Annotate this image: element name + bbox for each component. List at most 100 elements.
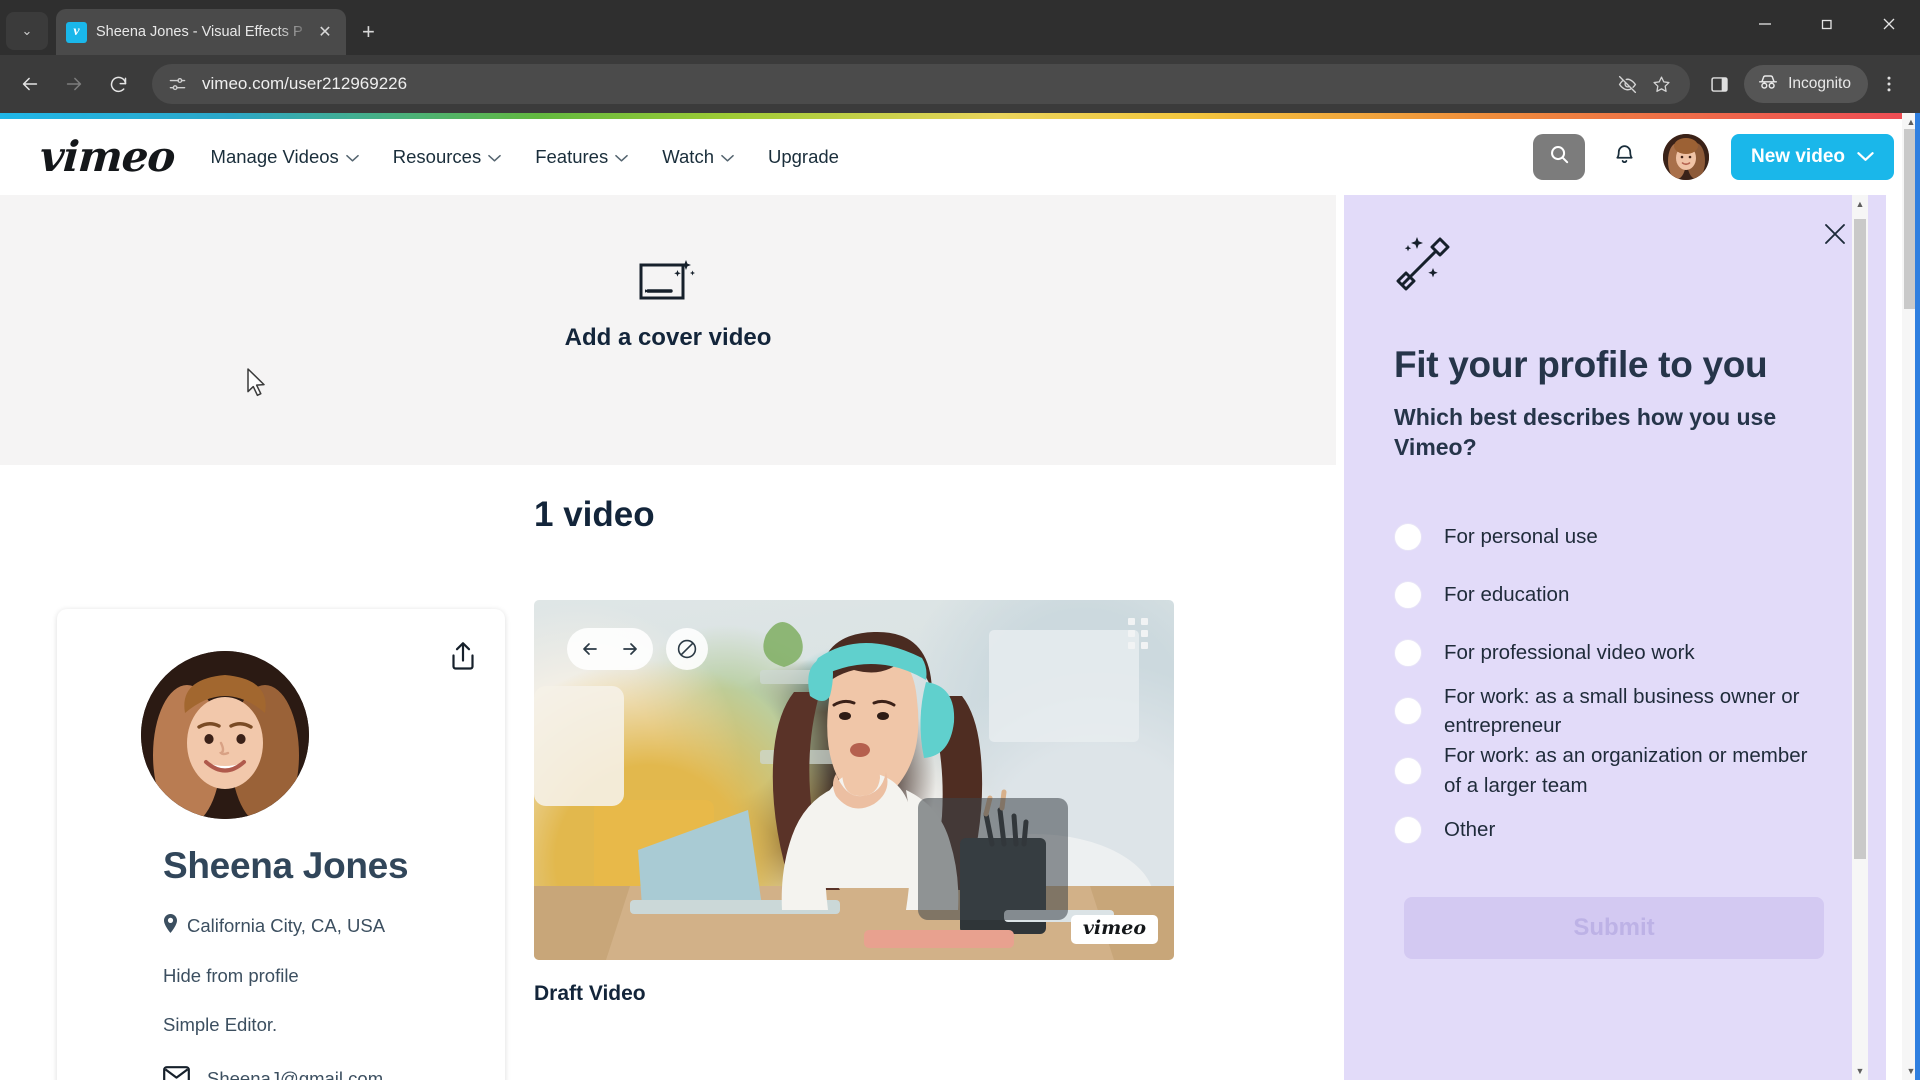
tab-close-icon[interactable]: ✕ <box>314 22 336 42</box>
nav-label: Resources <box>392 146 482 167</box>
radio-button[interactable] <box>1394 638 1422 667</box>
chevron-down-icon <box>1857 146 1874 168</box>
side-panel-icon[interactable] <box>1698 64 1740 104</box>
address-bar-url: vimeo.com/user212969226 <box>202 74 408 93</box>
tab-search-button[interactable]: ⌄ <box>6 12 48 50</box>
browser-toolbar: vimeo.com/user212969226 Incognito <box>0 55 1920 113</box>
address-bar[interactable]: vimeo.com/user212969226 <box>152 64 1691 104</box>
survey-option-organization[interactable]: For work: as an organization or member o… <box>1394 741 1834 800</box>
radio-button[interactable] <box>1394 815 1422 844</box>
video-card[interactable]: vimeo Draft Video <box>534 600 1174 1006</box>
add-cover-video-icon <box>639 257 697 310</box>
survey-option-label: For work: as an organization or member o… <box>1444 744 1808 797</box>
drag-handle-icon[interactable] <box>1128 618 1154 649</box>
survey-option-small-business[interactable]: For work: as a small business owner or e… <box>1394 682 1834 741</box>
page-scrollbar[interactable]: ▲ ▼ <box>1902 113 1920 1080</box>
scroll-up-arrow[interactable]: ▲ <box>1852 195 1868 213</box>
nav-item-manage-videos[interactable]: Manage Videos <box>211 146 359 168</box>
nav-item-features[interactable]: Features <box>535 146 629 168</box>
tab-title: Sheena Jones - Visual Effects P <box>96 24 303 40</box>
tab-strip: ⌄ v Sheena Jones - Visual Effects P ✕ + <box>0 0 1920 55</box>
survey-scrollbar[interactable]: ▲ ▼ <box>1852 195 1868 1080</box>
page-scrollbar-thumb[interactable] <box>1904 129 1918 309</box>
scroll-down-arrow[interactable]: ▼ <box>1852 1062 1868 1080</box>
survey-option-label: For education <box>1444 582 1570 606</box>
scrollbar-thumb[interactable] <box>1854 219 1866 859</box>
star-icon[interactable] <box>1644 67 1678 101</box>
page-viewport: vimeo Manage Videos Resources Features W… <box>0 113 1920 1080</box>
avatar[interactable] <box>1663 134 1710 180</box>
profile-location-label: California City, CA, USA <box>187 915 386 936</box>
magic-wand-icon <box>1394 235 1834 298</box>
video-title: Draft Video <box>534 982 646 1005</box>
radio-button[interactable] <box>1394 697 1422 726</box>
browser-tab[interactable]: v Sheena Jones - Visual Effects P ✕ <box>56 9 346 55</box>
maximize-button[interactable] <box>1796 0 1858 47</box>
radio-button[interactable] <box>1394 756 1422 785</box>
nav-item-upgrade[interactable]: Upgrade <box>768 146 839 168</box>
radio-button[interactable] <box>1394 522 1422 551</box>
survey-panel: Fit your profile to you Which best descr… <box>1344 195 1886 1080</box>
resize-horizontal-icon[interactable] <box>567 628 653 670</box>
no-entry-icon[interactable] <box>666 628 708 670</box>
page-body: Add a cover video Sheena Jones Californi… <box>0 195 1920 1080</box>
incognito-label: Incognito <box>1788 75 1851 92</box>
close-button[interactable] <box>1858 0 1920 47</box>
vimeo-logo[interactable]: vimeo <box>38 132 176 181</box>
survey-option-label: For personal use <box>1444 524 1598 548</box>
envelope-icon <box>163 1066 207 1080</box>
chevron-down-icon <box>488 146 502 168</box>
vimeo-watermark: vimeo <box>1070 915 1158 944</box>
new-tab-button[interactable]: + <box>362 21 375 43</box>
profile-card: Sheena Jones California City, CA, USA Hi… <box>57 609 505 1080</box>
site-header: vimeo Manage Videos Resources Features W… <box>0 119 1920 195</box>
mouse-cursor <box>246 368 268 403</box>
nav-item-resources[interactable]: Resources <box>392 146 502 168</box>
nav-label: Watch <box>662 146 714 167</box>
submit-button[interactable]: Submit <box>1404 896 1824 959</box>
add-cover-video-button[interactable]: Add a cover video <box>0 257 1336 352</box>
profile-email[interactable]: SheenaJ@gmail.com <box>163 1066 471 1080</box>
reload-button[interactable] <box>98 64 138 104</box>
add-cover-video-label: Add a cover video <box>564 324 772 351</box>
incognito-hat-icon <box>1757 71 1779 98</box>
profile-email-label: SheenaJ@gmail.com <box>207 1068 384 1080</box>
close-icon[interactable] <box>1822 221 1848 252</box>
page-scroll-down-arrow[interactable]: ▼ <box>1902 1062 1920 1080</box>
location-pin-icon <box>163 914 178 938</box>
nav-label: Upgrade <box>767 146 839 167</box>
search-icon <box>1548 143 1571 171</box>
survey-option-professional[interactable]: For professional video work <box>1394 624 1834 682</box>
survey-option-other[interactable]: Other <box>1394 801 1834 859</box>
video-thumbnail[interactable]: vimeo <box>534 600 1174 960</box>
nav-label: Manage Videos <box>210 146 339 167</box>
new-video-button[interactable]: New video <box>1731 134 1894 180</box>
profile-location: California City, CA, USA <box>163 914 471 938</box>
share-icon[interactable] <box>449 641 477 676</box>
survey-option-education[interactable]: For education <box>1394 566 1834 624</box>
browser-window: ⌄ v Sheena Jones - Visual Effects P ✕ + <box>0 0 1920 1080</box>
chevron-down-icon: ⌄ <box>21 23 33 38</box>
vimeo-favicon: v <box>66 21 87 43</box>
incognito-indicator[interactable]: Incognito <box>1744 65 1868 103</box>
site-settings-icon[interactable] <box>166 73 188 95</box>
three-dot-menu-icon[interactable] <box>1868 64 1910 104</box>
profile-avatar[interactable] <box>141 651 309 819</box>
radio-button[interactable] <box>1394 580 1422 609</box>
minimize-button[interactable] <box>1734 0 1796 47</box>
profile-bio: Simple Editor. <box>163 1014 278 1035</box>
back-button[interactable] <box>10 64 50 104</box>
header-actions: New video <box>1533 134 1894 180</box>
survey-content: Fit your profile to you Which best descr… <box>1344 195 1886 959</box>
search-button[interactable] <box>1533 134 1586 180</box>
notifications-button[interactable] <box>1607 140 1641 174</box>
forward-button[interactable] <box>54 64 94 104</box>
primary-navigation: Manage Videos Resources Features Watch U… <box>211 146 839 168</box>
chevron-down-icon <box>345 146 359 168</box>
survey-option-personal[interactable]: For personal use <box>1394 508 1834 566</box>
eye-slash-icon[interactable] <box>1610 67 1644 101</box>
videos-section: 1 video vimeo Draft Video <box>534 495 1174 1006</box>
nav-item-watch[interactable]: Watch <box>662 146 734 168</box>
nav-label: Features <box>535 146 609 167</box>
hide-from-profile[interactable]: Hide from profile <box>163 965 471 987</box>
